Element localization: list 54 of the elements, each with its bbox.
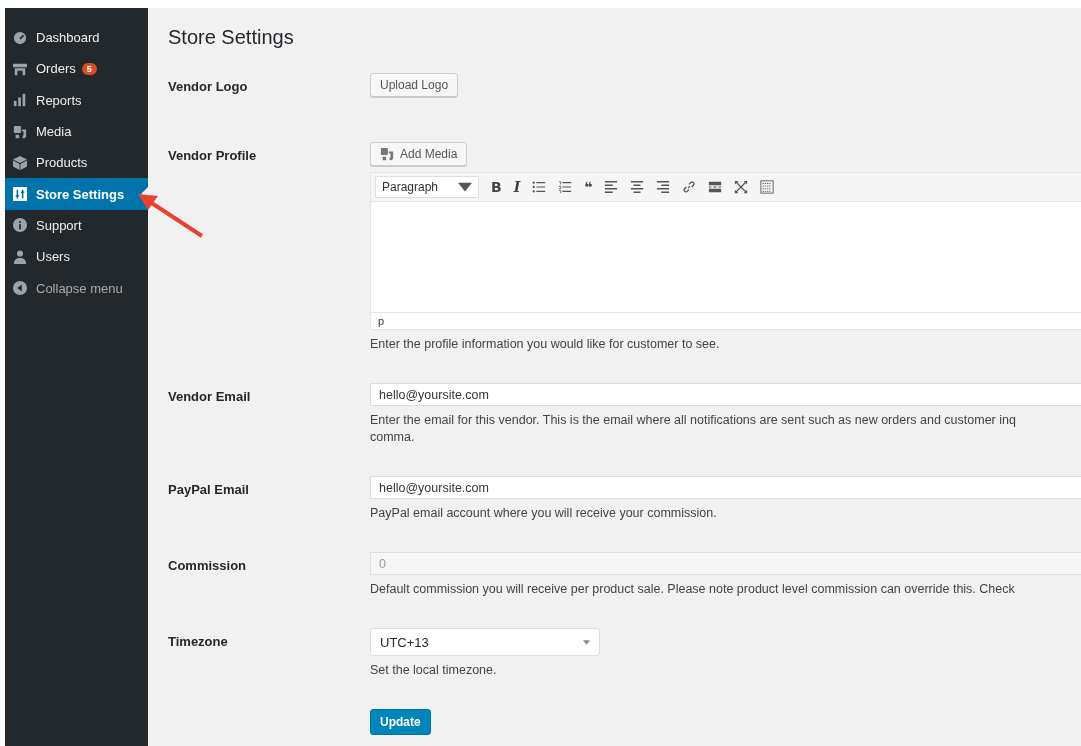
align-center-icon[interactable] xyxy=(630,181,645,193)
field-label: Commission xyxy=(168,557,247,573)
fullscreen-icon[interactable] xyxy=(735,180,748,194)
sliders-icon xyxy=(13,187,27,202)
sidebar-item[interactable]: Support xyxy=(5,209,148,242)
toolbar-toggle-icon[interactable] xyxy=(760,180,775,194)
field-label: Vendor Profile xyxy=(168,147,258,163)
help-text: Default commission you will receive per product sale. Please note product level commission can override this. Check xyxy=(370,581,1016,598)
numbered-list-icon[interactable] xyxy=(558,181,572,194)
element-path: p xyxy=(370,312,1081,330)
read-more-icon[interactable] xyxy=(708,181,723,193)
format-button[interactable]: ❝ xyxy=(584,179,593,195)
timezone-select[interactable]: UTC+13 xyxy=(370,628,600,656)
help-text: Enter the profile information you would like for customer to see. xyxy=(370,336,721,353)
page-title: Store Settings xyxy=(168,26,295,49)
format-button[interactable]: B xyxy=(491,179,502,195)
gauge-icon xyxy=(13,30,27,45)
link-icon[interactable] xyxy=(683,181,696,193)
count-badge: 5 xyxy=(81,62,97,75)
user-icon xyxy=(13,249,27,264)
store-icon xyxy=(13,61,27,76)
align-left-icon[interactable] xyxy=(604,181,619,193)
help-text: Set the local timezone. xyxy=(370,662,498,679)
bars-icon xyxy=(13,93,27,108)
caret-icon xyxy=(583,639,590,645)
align-right-icon[interactable] xyxy=(656,181,671,193)
add-media-button[interactable]: Add Media xyxy=(370,142,468,166)
help-text: Enter the email for this vendor. This is the email where all notifications are sent such as new orders and customer inq comma. xyxy=(370,412,1017,446)
media-icon xyxy=(13,124,27,139)
help-text: PayPal email account where you will receive your commission. xyxy=(370,505,718,522)
field-label: PayPal Email xyxy=(168,481,250,497)
sidebar-item[interactable]: Store Settings xyxy=(5,178,148,210)
bullet-list-icon[interactable] xyxy=(532,181,546,193)
upload-logo-button[interactable]: Upload Logo xyxy=(370,73,459,97)
field-label: Timezone xyxy=(168,633,229,649)
text-field[interactable]: hello@yoursite.com xyxy=(370,476,1081,499)
format-dropdown[interactable]: Paragraph xyxy=(375,176,479,198)
text-field[interactable]: hello@yoursite.com xyxy=(370,383,1081,406)
caret-icon xyxy=(458,180,472,194)
info-icon xyxy=(13,218,27,233)
field-label: Vendor Email xyxy=(168,388,252,404)
sidebar-item[interactable]: Users xyxy=(5,241,148,273)
sidebar-item[interactable]: Products xyxy=(5,147,148,179)
collapse-icon xyxy=(13,281,27,295)
sidebar-item[interactable]: Reports xyxy=(5,84,148,116)
sidebar-item[interactable]: Media xyxy=(5,115,148,148)
sidebar-item[interactable]: Collapse menu xyxy=(5,272,148,304)
media-icon xyxy=(380,147,394,161)
box-icon xyxy=(13,155,27,170)
format-button[interactable]: I xyxy=(513,179,521,195)
update-button[interactable]: Update xyxy=(370,709,431,735)
field-label: Vendor Logo xyxy=(168,78,249,94)
sidebar-item[interactable]: Orders 5 xyxy=(5,53,148,85)
sidebar-item[interactable]: Dashboard xyxy=(5,22,148,54)
